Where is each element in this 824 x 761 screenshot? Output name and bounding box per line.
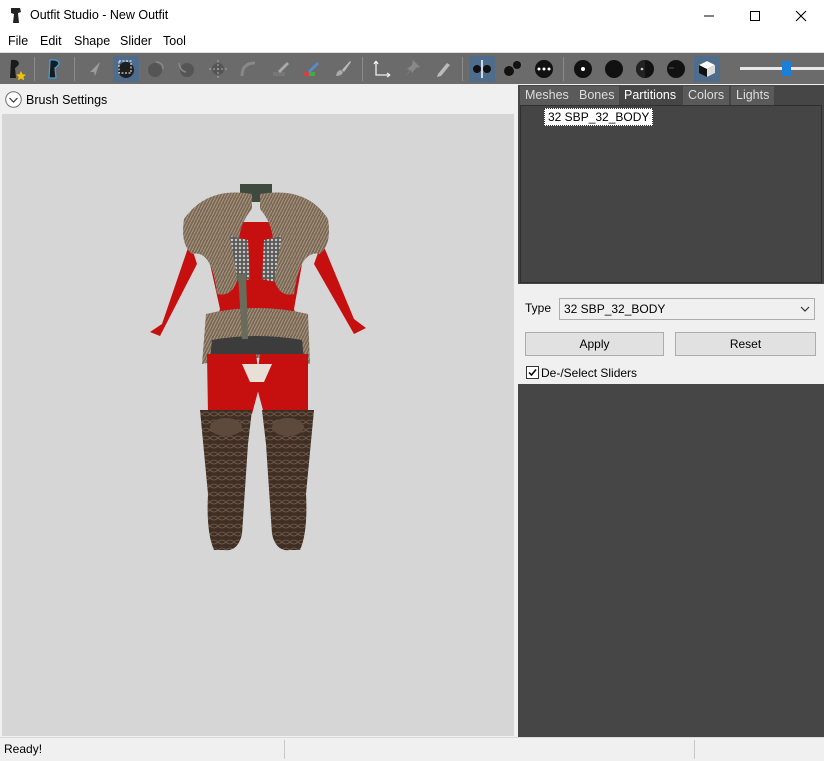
- segment-button[interactable]: [531, 56, 557, 82]
- pivot-icon: [405, 60, 420, 77]
- type-dropdown[interactable]: 32 SBP_32_BODY: [559, 298, 815, 320]
- select-icon: [90, 62, 100, 76]
- window-title: Outfit Studio - New Outfit: [30, 8, 169, 22]
- mirror-x-button[interactable]: [469, 56, 495, 82]
- menu-edit[interactable]: Edit: [40, 34, 62, 48]
- show-dark-button[interactable]: [663, 56, 689, 82]
- menu-shape[interactable]: Shape: [74, 34, 110, 48]
- deflate-icon: [178, 62, 194, 77]
- mask-tool-button[interactable]: [113, 56, 139, 82]
- type-value: 32 SBP_32_BODY: [564, 302, 666, 316]
- inflate-tool-button[interactable]: [143, 56, 169, 82]
- toolbar-separator: [362, 57, 363, 81]
- close-icon: [795, 10, 807, 21]
- deflate-tool-button[interactable]: [173, 56, 199, 82]
- menu-bar: File Edit Shape Slider Tool: [0, 31, 824, 53]
- outfit-studio-app-icon: [11, 8, 21, 23]
- outfit-model-render: [150, 184, 366, 551]
- partition-item[interactable]: 32 SBP_32_BODY: [544, 108, 654, 126]
- mask-icon: [118, 60, 134, 78]
- point-icon: [574, 60, 592, 78]
- menu-tool[interactable]: Tool: [163, 34, 186, 48]
- 3d-viewport[interactable]: [2, 114, 514, 736]
- toolbar-separator: [74, 57, 75, 81]
- status-text: Ready!: [4, 742, 43, 756]
- menu-slider[interactable]: Slider: [120, 34, 152, 48]
- reset-button[interactable]: Reset: [675, 332, 816, 356]
- transform-icon: [373, 60, 391, 78]
- load-reference-button[interactable]: [4, 56, 30, 82]
- load-outfit-button[interactable]: [42, 56, 68, 82]
- right-panel: Meshes Bones Partitions Colors Lights 32…: [518, 85, 824, 737]
- toolbar-separator: [563, 57, 564, 81]
- weight-tool-button[interactable]: [298, 56, 324, 82]
- undiff-tool-button[interactable]: [268, 56, 294, 82]
- field-of-view-slider-thumb[interactable]: [781, 61, 791, 76]
- status-bar: Ready!: [0, 737, 824, 761]
- status-divider: [694, 740, 695, 759]
- vertex-icon: [504, 61, 521, 76]
- show-half-button[interactable]: [632, 56, 658, 82]
- toolbar: [0, 53, 824, 84]
- select-tool-button[interactable]: [82, 56, 108, 82]
- deselect-sliders-checkbox[interactable]: [526, 366, 539, 379]
- smooth-icon: [240, 61, 256, 77]
- transform-tool-button[interactable]: [369, 56, 395, 82]
- inflate-icon: [148, 61, 164, 77]
- tab-colors[interactable]: Colors: [683, 86, 730, 105]
- status-divider: [284, 740, 285, 759]
- title-bar: Outfit Studio - New Outfit: [0, 0, 824, 31]
- minimize-icon: [704, 15, 714, 16]
- tab-lights[interactable]: Lights: [731, 86, 775, 105]
- minimize-button[interactable]: [686, 0, 732, 31]
- field-of-view-slider-track[interactable]: [740, 61, 824, 76]
- move-icon: [209, 60, 227, 78]
- dark-circle-icon: [667, 60, 685, 78]
- vertex-edit-tool-button[interactable]: [430, 56, 456, 82]
- wireframe-cube-icon: [699, 61, 715, 77]
- wireframe-button[interactable]: [694, 56, 720, 82]
- circle-icon: [605, 60, 623, 78]
- chevron-down-icon: [800, 306, 810, 312]
- menu-file[interactable]: File: [8, 34, 28, 48]
- brush-settings-header[interactable]: Brush Settings: [0, 85, 515, 113]
- load-reference-icon: [10, 59, 26, 80]
- show-points-button[interactable]: [570, 56, 596, 82]
- tab-bones[interactable]: Bones: [574, 86, 620, 105]
- segment-icon: [535, 60, 553, 78]
- chevron-down-icon[interactable]: [5, 91, 22, 108]
- color-icon: [336, 61, 351, 76]
- toolbar-separator: [462, 57, 463, 81]
- vertex-selection-button[interactable]: [500, 56, 526, 82]
- tab-meshes[interactable]: Meshes: [520, 86, 574, 105]
- color-tool-button[interactable]: [330, 56, 356, 82]
- close-button[interactable]: [778, 0, 824, 31]
- apply-button[interactable]: Apply: [525, 332, 664, 356]
- undiff-icon: [273, 62, 289, 76]
- pivot-tool-button[interactable]: [399, 56, 425, 82]
- vertex-edit-icon: [437, 63, 450, 77]
- checkmark-icon: [528, 369, 537, 377]
- brush-settings-label: Brush Settings: [26, 93, 108, 107]
- type-label: Type: [525, 301, 552, 315]
- tab-partitions[interactable]: Partitions: [619, 86, 682, 105]
- mirror-x-icon: [473, 60, 491, 78]
- smooth-tool-button[interactable]: [236, 56, 262, 82]
- partition-properties: Type 32 SBP_32_BODY Apply Reset De-/Sele…: [518, 288, 824, 384]
- deselect-sliders-label: De-/Select Sliders: [541, 366, 638, 380]
- load-outfit-icon: [48, 59, 60, 79]
- toolbar-separator: [34, 57, 35, 81]
- maximize-icon: [750, 10, 760, 21]
- show-circle-button[interactable]: [601, 56, 627, 82]
- move-tool-button[interactable]: [205, 56, 231, 82]
- weight-icon: [303, 62, 319, 76]
- maximize-button[interactable]: [732, 0, 778, 31]
- partition-list[interactable]: 32 SBP_32_BODY: [520, 105, 822, 283]
- half-circle-icon: [636, 60, 654, 78]
